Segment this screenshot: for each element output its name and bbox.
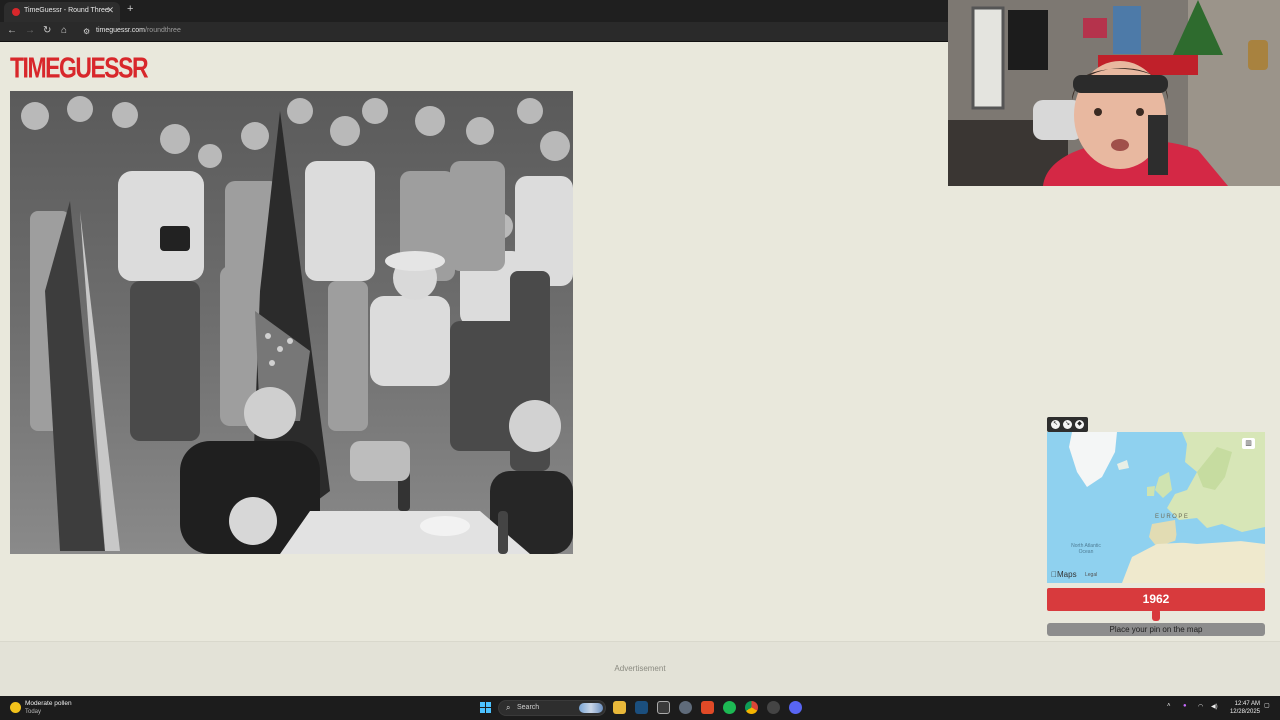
- reload-icon[interactable]: ↻: [43, 25, 51, 36]
- home-icon[interactable]: ⌂: [61, 25, 67, 36]
- settings-icon[interactable]: [679, 701, 692, 714]
- tab-close-icon[interactable]: ✕: [106, 5, 114, 16]
- place-pin-button[interactable]: Place your pin on the map: [1047, 623, 1265, 636]
- obs-icon[interactable]: [657, 701, 670, 714]
- discord-icon[interactable]: [789, 701, 802, 714]
- map-pin-icon[interactable]: ◆: [1075, 420, 1084, 429]
- map-label-ocean: North Atlantic Ocean: [1071, 543, 1101, 555]
- url-field[interactable]: timeguessr.com/roundthree: [96, 27, 181, 34]
- map-toolbar: ↖ ↘ ◆: [1047, 417, 1088, 432]
- clock-date: 12/28/2025: [1229, 709, 1260, 715]
- weather-title[interactable]: Moderate pollen: [25, 700, 72, 707]
- app-icon[interactable]: [767, 701, 780, 714]
- maps-brand-text: Maps: [1051, 570, 1077, 579]
- advertisement-label: Advertisement: [614, 664, 666, 673]
- map-legal-link[interactable]: Legal: [1085, 572, 1097, 578]
- search-icon: ⌕: [506, 703, 511, 712]
- taskbar: Moderate pollen Today ⌕ Search ˄ ● ◠ ◀) …: [0, 696, 1280, 720]
- site-info-icon[interactable]: ⚙: [83, 27, 90, 36]
- tray-wifi-icon[interactable]: ◠: [1198, 703, 1203, 710]
- timeguessr-favicon-icon: [12, 8, 20, 16]
- map-layers-icon[interactable]: ▥: [1242, 438, 1255, 449]
- steam-icon[interactable]: [635, 701, 648, 714]
- guess-map[interactable]: [1047, 432, 1265, 583]
- webcam-overlay: [948, 0, 1280, 186]
- tray-volume-icon[interactable]: ◀): [1211, 703, 1218, 710]
- brave-icon[interactable]: [701, 701, 714, 714]
- map-expand-icon[interactable]: ↖: [1051, 420, 1060, 429]
- search-highlight-image: [579, 703, 603, 713]
- round-photo: [10, 91, 573, 554]
- url-host: timeguessr.com: [96, 27, 146, 34]
- file-explorer-icon[interactable]: [613, 701, 626, 714]
- map-resize-icon[interactable]: ↘: [1063, 420, 1072, 429]
- advertisement-area: Advertisement: [0, 641, 1280, 696]
- map-label-europe: EUROPE: [1155, 514, 1190, 520]
- tab-title: TimeGuessr - Round Three: [24, 7, 109, 14]
- browser-tabbar: TimeGuessr - Round Three ✕ +: [0, 0, 948, 22]
- url-path: /roundthree: [145, 27, 181, 34]
- forward-icon[interactable]: →: [25, 25, 35, 36]
- clock-time: 12:47 AM: [1234, 701, 1260, 707]
- timeguessr-logo[interactable]: TIMEGUESSR: [10, 51, 149, 85]
- back-icon[interactable]: ←: [7, 25, 17, 36]
- browser-tab[interactable]: TimeGuessr - Round Three ✕: [4, 2, 120, 22]
- search-label: Search: [517, 704, 540, 711]
- tray-mic-icon[interactable]: ●: [1183, 703, 1187, 709]
- address-bar: ← → ↻ ⌂ ⚙ timeguessr.com/roundthree: [0, 22, 948, 42]
- chrome-icon[interactable]: [745, 701, 758, 714]
- year-display: 1962: [1047, 588, 1265, 611]
- weather-icon[interactable]: [10, 702, 21, 713]
- weather-subtitle: Today: [25, 709, 42, 715]
- start-icon[interactable]: [480, 702, 492, 714]
- new-tab-icon[interactable]: +: [127, 3, 133, 15]
- maps-brand-logo: Maps: [1051, 570, 1077, 579]
- notifications-icon[interactable]: ▢: [1264, 702, 1270, 709]
- tray-chevron-icon[interactable]: ˄: [1167, 703, 1171, 709]
- taskbar-search[interactable]: ⌕ Search: [498, 700, 606, 716]
- spotify-icon[interactable]: [723, 701, 736, 714]
- taskbar-clock[interactable]: 12:47 AM 12/28/2025: [1226, 700, 1260, 716]
- year-slider-handle[interactable]: [1152, 609, 1160, 621]
